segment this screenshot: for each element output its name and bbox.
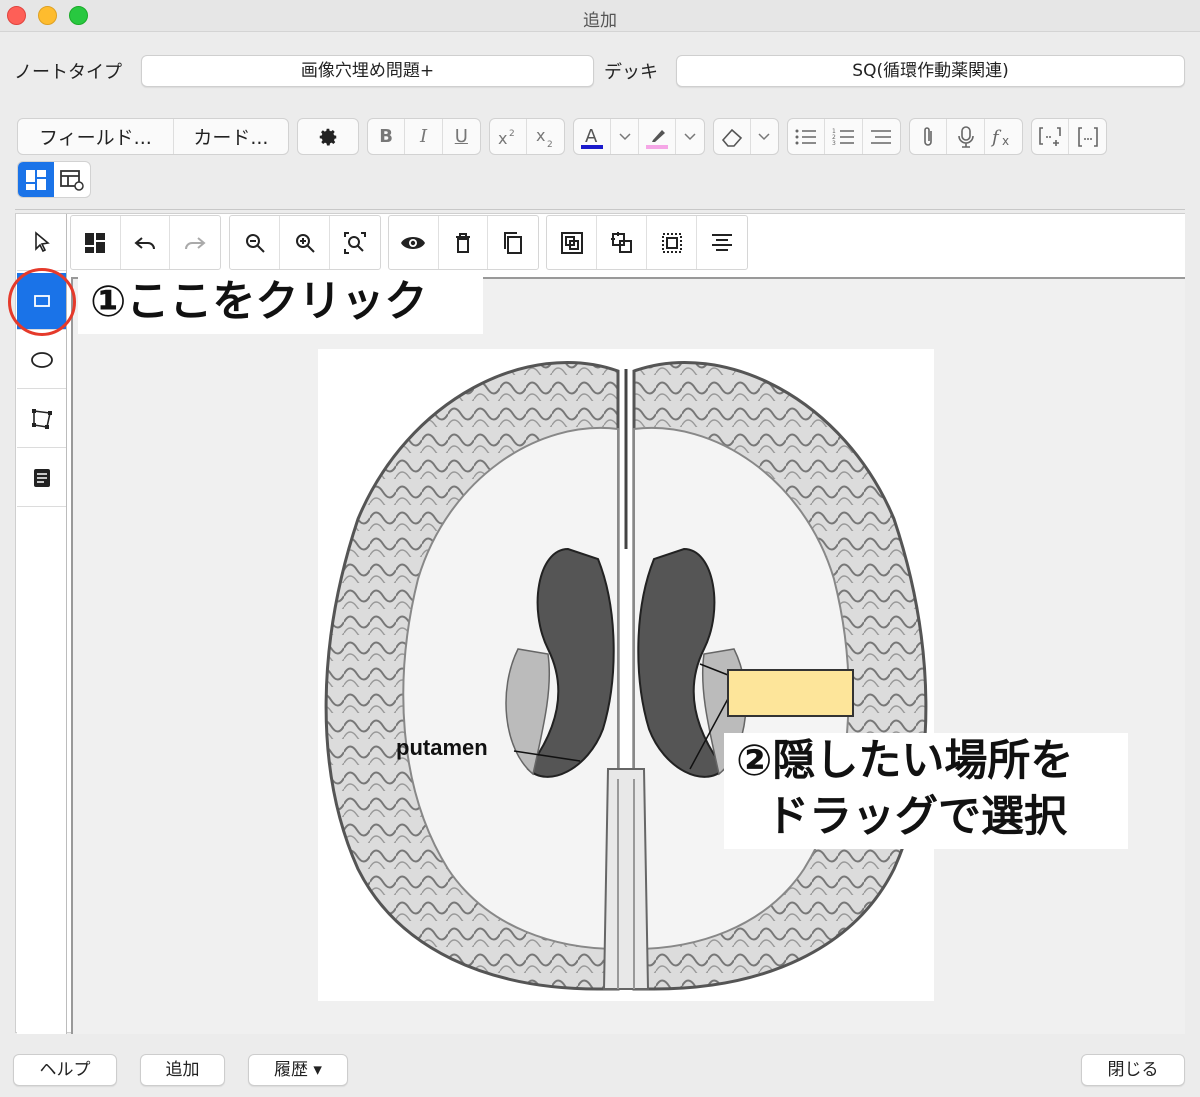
settings-group xyxy=(297,118,359,155)
text-color-icon[interactable]: A xyxy=(574,119,612,154)
zoom-in-icon[interactable] xyxy=(280,216,330,269)
svg-text:A: A xyxy=(585,126,598,147)
polygon-tool-icon[interactable] xyxy=(17,391,66,448)
instruction-step-2-line2: ドラッグで選択 xyxy=(766,792,1067,842)
instruction-step-2-line1: ②隠したい場所を xyxy=(736,736,1074,786)
media-group: fx xyxy=(909,118,1023,155)
select-all-icon[interactable] xyxy=(647,216,697,269)
color-group: A xyxy=(573,118,705,155)
formula-icon[interactable]: fx xyxy=(985,119,1022,154)
window-title: 追加 xyxy=(583,11,617,31)
eraser-group xyxy=(713,118,779,155)
deck-selector[interactable]: SQ(循環作動薬関連) xyxy=(676,55,1185,87)
text-tool-icon[interactable] xyxy=(17,450,66,507)
svg-text:x: x xyxy=(498,129,507,147)
subscript-icon[interactable]: x2 xyxy=(527,119,564,154)
fields-button[interactable]: フィールド... xyxy=(18,119,174,154)
highlight-color-icon[interactable] xyxy=(639,119,677,154)
help-button[interactable]: ヘルプ xyxy=(13,1054,117,1086)
svg-text:f: f xyxy=(990,127,1002,148)
chevron-down-icon[interactable] xyxy=(611,119,639,154)
instruction-step-1: ①ここをクリック xyxy=(78,272,483,334)
image-occlusion-mode-icon[interactable] xyxy=(18,162,54,197)
gear-icon[interactable] xyxy=(298,119,358,154)
cloze-add-icon[interactable] xyxy=(1032,119,1070,154)
zoom-group xyxy=(229,215,381,270)
layout-undo-group xyxy=(70,215,221,270)
fields-cards-group: フィールド... カード... xyxy=(17,118,289,155)
undo-icon[interactable] xyxy=(121,216,171,269)
cloze-icon[interactable] xyxy=(1069,119,1106,154)
duplicate-icon[interactable] xyxy=(488,216,538,269)
zoom-out-icon[interactable] xyxy=(230,216,280,269)
svg-text:2: 2 xyxy=(509,129,515,139)
bullet-list-icon[interactable] xyxy=(788,119,826,154)
cards-button[interactable]: カード... xyxy=(174,119,288,154)
view-edit-group xyxy=(388,215,539,270)
title-bar: 追加 xyxy=(0,0,1200,32)
redo-icon[interactable] xyxy=(170,216,220,269)
zoom-fit-icon[interactable] xyxy=(330,216,380,269)
svg-text:3: 3 xyxy=(832,140,836,147)
close-button[interactable]: 閉じる xyxy=(1081,1054,1185,1086)
ungroup-icon[interactable] xyxy=(597,216,647,269)
align-center-icon[interactable] xyxy=(697,216,747,269)
numbered-list-icon[interactable]: 123 xyxy=(825,119,863,154)
notes-mode-icon[interactable] xyxy=(54,162,90,197)
history-button[interactable]: 履歴 ▾ xyxy=(248,1054,348,1086)
shape-tool-sidebar xyxy=(17,214,67,1034)
select-tool-icon[interactable] xyxy=(17,214,66,271)
text-format-group: B I U xyxy=(367,118,481,155)
microphone-icon[interactable] xyxy=(947,119,985,154)
chevron-down-icon[interactable] xyxy=(676,119,704,154)
separator xyxy=(15,209,1185,210)
italic-button[interactable]: I xyxy=(405,119,443,154)
add-button[interactable]: 追加 xyxy=(140,1054,225,1086)
arrange-group xyxy=(546,215,748,270)
instruction-step-2: ②隠したい場所を ドラッグで選択 xyxy=(724,733,1128,849)
svg-text:x: x xyxy=(536,126,545,145)
note-type-selector[interactable]: 画像穴埋め問題+ xyxy=(141,55,594,87)
align-icon[interactable] xyxy=(863,119,900,154)
attachment-icon[interactable] xyxy=(910,119,948,154)
superscript-icon[interactable]: x2 xyxy=(490,119,528,154)
brain-section-image: putamen xyxy=(318,349,934,1001)
underline-button[interactable]: U xyxy=(443,119,480,154)
svg-text:x: x xyxy=(1002,134,1009,148)
editor-mode-toggle xyxy=(17,161,91,198)
eye-icon[interactable] xyxy=(389,216,439,269)
deck-label: デッキ xyxy=(604,62,658,83)
masks-layout-icon[interactable] xyxy=(71,216,121,269)
cloze-group xyxy=(1031,118,1107,155)
ellipse-tool-icon[interactable] xyxy=(17,332,66,389)
script-group: x2 x2 xyxy=(489,118,565,155)
note-type-label: ノートタイプ xyxy=(14,62,122,83)
putamen-label: putamen xyxy=(396,735,488,760)
chevron-down-icon[interactable] xyxy=(751,119,778,154)
highlight-circle xyxy=(8,268,76,336)
occlusion-rectangle[interactable] xyxy=(727,669,854,717)
svg-text:2: 2 xyxy=(547,140,553,148)
trash-icon[interactable] xyxy=(439,216,489,269)
list-group: 123 xyxy=(787,118,901,155)
eraser-icon[interactable] xyxy=(714,119,751,154)
group-icon[interactable] xyxy=(547,216,597,269)
bold-button[interactable]: B xyxy=(368,119,406,154)
